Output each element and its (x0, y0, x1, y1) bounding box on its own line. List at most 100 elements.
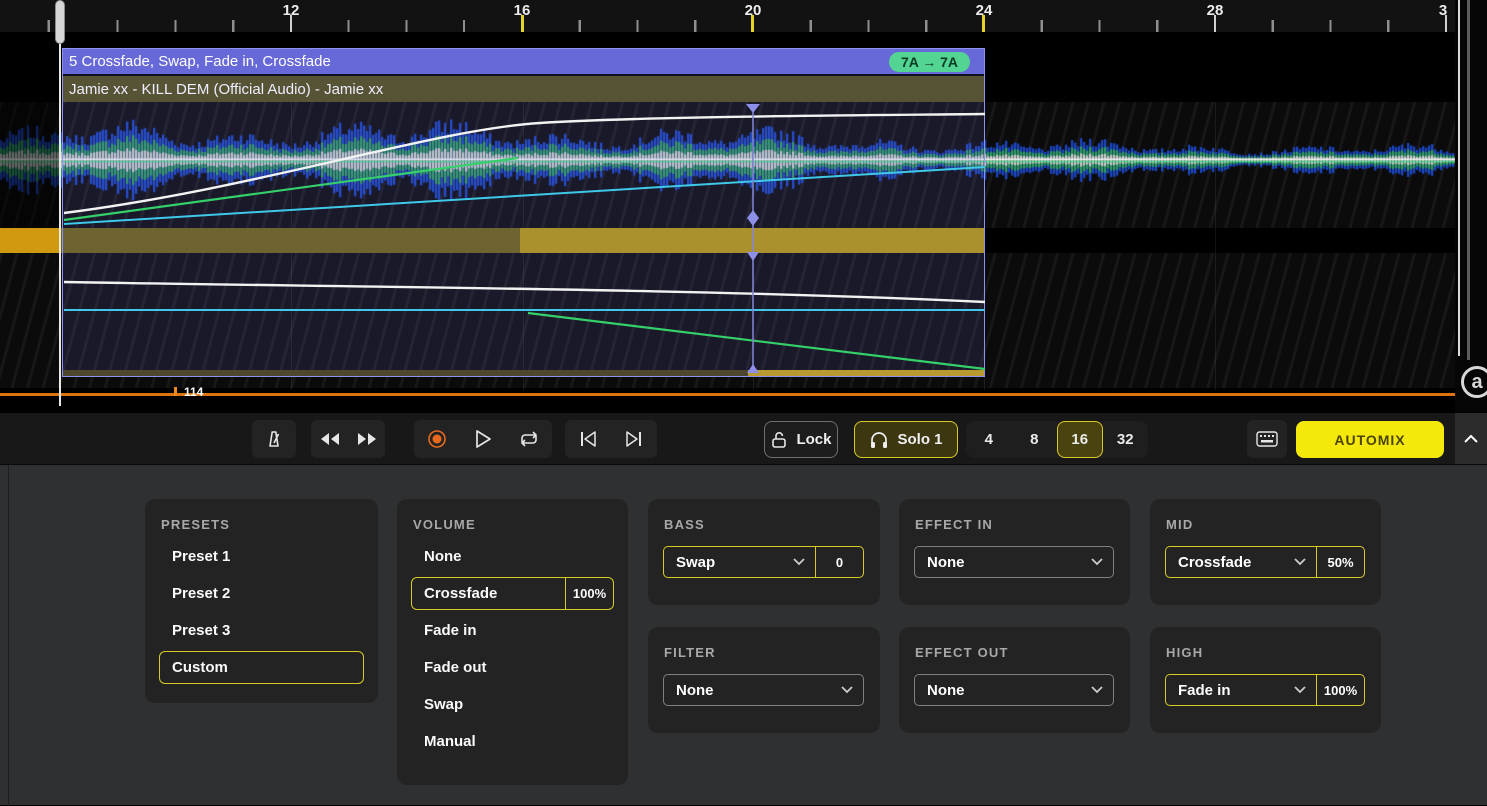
beats-option-32[interactable]: 32 (1103, 421, 1149, 458)
metronome-button[interactable] (252, 420, 296, 458)
loop-button[interactable] (506, 420, 552, 458)
high-amount[interactable]: 100% (1316, 675, 1364, 705)
ruler-number: 12 (283, 2, 300, 19)
volume-option-fade-in[interactable]: Fade in (411, 614, 614, 647)
rewind-button[interactable] (311, 420, 348, 458)
effect-out-value: None (915, 682, 1091, 699)
effect-in-dropdown[interactable]: None (914, 546, 1114, 578)
skip-to-start-button[interactable] (565, 420, 611, 458)
keyboard-icon (1256, 431, 1278, 447)
chevron-up-icon (1463, 434, 1479, 444)
bass-value: Swap (664, 554, 793, 571)
volume-option-fade-out[interactable]: Fade out (411, 651, 614, 684)
seek-group (311, 420, 385, 458)
key-match-badge: 7A → 7A (889, 52, 970, 72)
ruler-number: 20 (745, 2, 762, 19)
transport-toolbar: Lock Solo 1 4 8 16 32 AUTOMIX (0, 412, 1487, 464)
mid-dropdown[interactable]: Crossfade 50% (1165, 546, 1365, 578)
lock-button[interactable]: Lock (764, 421, 838, 458)
bass-card: BASS Swap 0 (648, 499, 880, 605)
ruler-major-ticks (0, 15, 1455, 32)
transition-editor: PRESETS Preset 1 Preset 2 Preset 3 Custo… (0, 464, 1487, 805)
tempo-tick (174, 387, 177, 396)
beats-option-8[interactable]: 8 (1012, 421, 1058, 458)
volume-amount[interactable]: 100% (565, 578, 613, 609)
beats-option-16[interactable]: 16 (1057, 421, 1103, 458)
play-icon (474, 429, 492, 449)
skip-to-end-button[interactable] (611, 420, 657, 458)
timeline-section: 8 12 16 20 24 28 3 Jamie xx - KILL DEM (… (0, 0, 1487, 412)
effect-in-value: None (915, 554, 1091, 571)
skip-end-icon (625, 431, 643, 447)
volume-option-manual[interactable]: Manual (411, 725, 614, 758)
volume-title: VOLUME (413, 517, 628, 532)
preset-item-custom[interactable]: Custom (159, 651, 364, 684)
effect-out-title: EFFECT OUT (915, 645, 1130, 660)
headphones-icon (869, 431, 889, 449)
chevron-down-icon (1294, 686, 1316, 694)
solo-label: Solo 1 (897, 431, 942, 448)
filter-value: None (664, 682, 841, 699)
editor-left-divider (8, 465, 9, 806)
volume-option-label: Crossfade (424, 585, 497, 602)
preset-item-2[interactable]: Preset 2 (159, 577, 364, 610)
chevron-down-icon (841, 686, 863, 694)
chevron-down-icon (1091, 558, 1113, 566)
preset-item-1[interactable]: Preset 1 (159, 540, 364, 573)
skip-group (565, 420, 657, 458)
right-scroll-strip: a (1455, 0, 1487, 412)
beats-length-group: 4 8 16 32 (966, 421, 1148, 458)
presets-card: PRESETS Preset 1 Preset 2 Preset 3 Custo… (145, 499, 378, 703)
algoriddim-logo: a (1461, 366, 1487, 398)
solo-button[interactable]: Solo 1 (854, 421, 958, 458)
bass-dropdown[interactable]: Swap 0 (663, 546, 864, 578)
effect-in-title: EFFECT IN (915, 517, 1130, 532)
collapse-panel-button[interactable] (1455, 413, 1487, 465)
ruler-number: 3 (1439, 2, 1447, 19)
transition-title: 5 Crossfade, Swap, Fade in, Crossfade (63, 53, 889, 70)
effect-in-card: EFFECT IN None (899, 499, 1130, 605)
lock-label: Lock (796, 431, 831, 448)
transition-header[interactable]: 5 Crossfade, Swap, Fade in, Crossfade 7A… (63, 49, 984, 74)
volume-card: VOLUME None Crossfade 100% Fade in Fade … (397, 499, 628, 785)
tempo-line (0, 393, 1455, 396)
loop-icon (518, 430, 540, 448)
high-title: HIGH (1166, 645, 1381, 660)
vertical-scrollbar[interactable] (1467, 0, 1470, 360)
mid-card: MID Crossfade 50% (1150, 499, 1381, 605)
volume-option-none[interactable]: None (411, 540, 614, 573)
volume-option-swap[interactable]: Swap (411, 688, 614, 721)
playhead-handle[interactable] (55, 0, 65, 44)
fast-forward-button[interactable] (348, 420, 385, 458)
filter-title: FILTER (664, 645, 880, 660)
mid-value: Crossfade (1166, 554, 1294, 571)
presets-title: PRESETS (161, 517, 378, 532)
timeline-ruler[interactable]: 8 12 16 20 24 28 3 (0, 0, 1455, 32)
deck-b-band-segment (0, 228, 60, 253)
filter-card: FILTER None (648, 627, 880, 733)
playhead-line (59, 0, 61, 406)
play-button[interactable] (460, 420, 506, 458)
lock-icon (770, 430, 788, 449)
record-button[interactable] (414, 420, 460, 458)
beats-option-4[interactable]: 4 (966, 421, 1012, 458)
effect-out-dropdown[interactable]: None (914, 674, 1114, 706)
filter-dropdown[interactable]: None (663, 674, 864, 706)
automix-label: AUTOMIX (1334, 432, 1405, 448)
mid-title: MID (1166, 517, 1381, 532)
high-dropdown[interactable]: Fade in 100% (1165, 674, 1365, 706)
ruler-number: 28 (1207, 2, 1224, 19)
automix-button[interactable]: AUTOMIX (1296, 421, 1444, 458)
bass-amount[interactable]: 0 (815, 547, 863, 577)
chevron-down-icon (1294, 558, 1316, 566)
keyboard-shortcuts-button[interactable] (1247, 420, 1287, 458)
volume-option-crossfade[interactable]: Crossfade 100% (411, 577, 614, 610)
mid-amount[interactable]: 50% (1316, 547, 1364, 577)
transition-selection[interactable]: 5 Crossfade, Swap, Fade in, Crossfade 7A… (62, 48, 985, 377)
rewind-icon (320, 432, 340, 446)
effect-out-card: EFFECT OUT None (899, 627, 1130, 733)
preset-item-3[interactable]: Preset 3 (159, 614, 364, 647)
skip-start-icon (579, 431, 597, 447)
vertical-scrollbar[interactable] (1458, 0, 1460, 356)
ruler-number: 16 (514, 2, 531, 19)
